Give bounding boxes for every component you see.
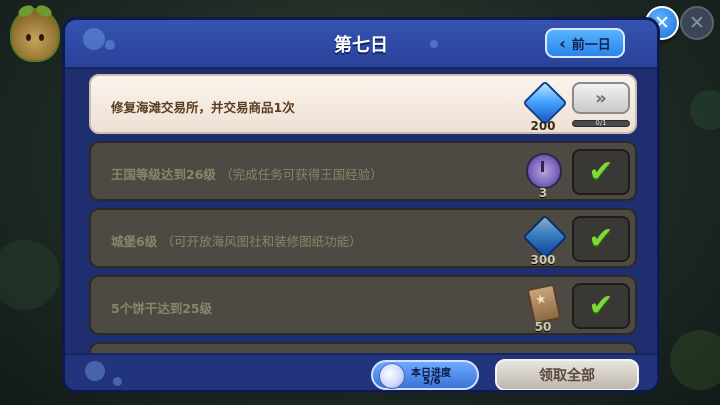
quest-reward: 200 (522, 80, 568, 133)
claim-all-button[interactable]: 领取全部 (495, 359, 639, 390)
quest-hint: （完成任务可获得王国经验） (220, 167, 383, 182)
reward-amount: 200 (530, 119, 556, 133)
background-foliage (670, 330, 720, 390)
daily-quest-panel: 第七日 ‹ 前一日 修复海滩交易所，并交易商品1次 200 » 0/1 王国等级 (62, 17, 660, 393)
quest-reward: 300 (522, 214, 568, 267)
checkmark-icon: ✔ (588, 221, 614, 256)
cookie-avatar-icon[interactable] (10, 3, 60, 62)
quest-text: 王国等级达到26级 （完成任务可获得王国经验） (111, 167, 383, 182)
progress-orb-icon (379, 363, 405, 389)
completed-status-button: ✔ (572, 149, 630, 195)
completed-status-button: ✔ (572, 283, 630, 329)
quest-text: 城堡6级 （可开放海风图社和装修图纸功能） (111, 234, 362, 249)
go-to-quest-button[interactable]: » (572, 82, 630, 114)
chevron-left-icon: ‹ (559, 33, 566, 53)
panel-footer: 本日进度 5/6 领取全部 (65, 353, 657, 390)
checkmark-icon: ✔ (588, 288, 614, 323)
bubble-decoration (85, 361, 105, 381)
progress-text: 0/1 (595, 119, 607, 127)
background-foliage (0, 240, 60, 310)
quest-row: 城堡6级 （可开放海风图社和装修图纸功能） 300 ✔ (89, 208, 637, 268)
double-chevron-right-icon: » (595, 87, 607, 109)
quest-progress-bar: 0/1 (572, 119, 630, 127)
panel-header: 第七日 ‹ 前一日 (65, 20, 657, 69)
quest-hint: （可开放海风图社和装修图纸功能） (161, 234, 362, 249)
quest-reward: 50 (523, 283, 563, 334)
checkmark-icon: ✔ (588, 154, 614, 189)
daily-progress-badge[interactable]: 本日进度 5/6 (371, 360, 479, 390)
quest-row: 修复海滩交易所，并交易商品1次 200 » 0/1 (89, 74, 637, 134)
star-ticket-icon (526, 283, 562, 325)
quest-row: 王国等级达到26级 （完成任务可获得王国经验） 3 ✔ (89, 141, 637, 201)
reward-amount: 300 (530, 253, 556, 267)
quest-reward: 3 (523, 150, 563, 200)
reward-amount: 3 (538, 186, 548, 200)
clock-time-jumper-icon (526, 153, 562, 189)
quest-text: 5个饼干达到25级 (111, 301, 213, 316)
quest-text: 修复海滩交易所，并交易商品1次 (111, 100, 295, 115)
daily-progress-value: 5/6 (423, 376, 441, 387)
close-icon[interactable]: ✕ (680, 6, 714, 40)
previous-day-label: 前一日 (571, 37, 611, 53)
reward-amount: 50 (534, 320, 552, 334)
completed-status-button: ✔ (572, 216, 630, 262)
bubble-decoration (113, 377, 122, 386)
background-foliage (690, 90, 720, 130)
quest-row: 5个饼干达到25级 50 ✔ (89, 275, 637, 335)
previous-day-button[interactable]: ‹ 前一日 (545, 28, 625, 58)
